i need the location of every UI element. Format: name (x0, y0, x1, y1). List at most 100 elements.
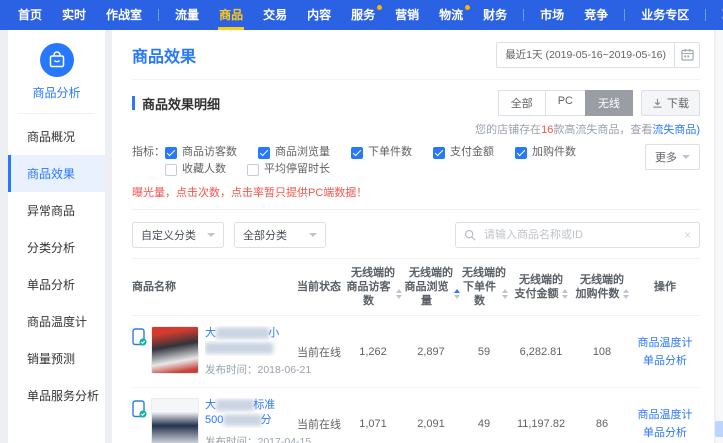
nav-item-label: 竞争 (584, 8, 608, 22)
sidebar-header: 商品分析 (8, 30, 105, 101)
column-header-line1: 无线端的 (460, 266, 508, 280)
section-title-bar (132, 96, 135, 110)
scrollbar-gutter[interactable] (716, 30, 723, 443)
product-name-line: ▇▇▇▇▇▇▇▇▇ (205, 341, 294, 356)
indicator-checkbox[interactable]: 商品访客数 (165, 144, 237, 161)
nav-item-label: 财务 (483, 8, 507, 22)
column-header-orders[interactable]: 无线端的下单件数 (460, 266, 508, 308)
indicator-checkbox[interactable]: 下单件数 (351, 144, 412, 161)
nav-item-label: 物流 (439, 8, 463, 22)
all-category-dropdown[interactable]: 全部分类 (234, 222, 326, 248)
nav-item[interactable]: 财务 (473, 0, 517, 30)
nav-item-label: 作战室 (106, 8, 142, 22)
indicator-checkbox[interactable]: 平均停留时长 (247, 161, 330, 178)
indicator-label: 商品访客数 (182, 144, 237, 161)
sort-caret-icon[interactable] (562, 289, 568, 299)
table-row: 大▇▇▇▇▇▇▇小▇▇▇▇▇▇▇▇▇发布时间：2018-06-21当前在线1,2… (132, 316, 700, 388)
product-name-text: 大 (205, 399, 216, 411)
nav-item[interactable]: 流量 (165, 0, 209, 30)
product-name-link[interactable]: 大▇▇▇▇▇▇▇小▇▇▇▇▇▇▇▇▇ (205, 326, 294, 356)
view-filter-button[interactable]: PC (545, 90, 586, 116)
more-label: 更多 (655, 149, 677, 165)
notification-dot-icon (377, 5, 382, 10)
nav-item[interactable]: 竞争 (574, 0, 618, 30)
sidebar-item[interactable]: 商品概况 (8, 118, 105, 155)
column-header-carts[interactable]: 无线端的加购件数 (574, 273, 630, 301)
product-thumbnail[interactable] (151, 326, 199, 374)
sidebar-item[interactable]: 单品服务分析 (8, 377, 105, 414)
nav-item[interactable]: 服务 (341, 0, 385, 30)
nav-item[interactable]: 商品 (209, 0, 253, 30)
sidebar-divider (18, 113, 95, 114)
action-link[interactable]: 商品温度计 (630, 406, 700, 424)
indicator-checkbox[interactable]: 加购件数 (515, 144, 576, 161)
product-name-link[interactable]: 大▇▇▇▇▇标准500▇▇▇▇▇分 (205, 398, 294, 428)
product-cell: 大▇▇▇▇▇▇▇小▇▇▇▇▇▇▇▇▇发布时间：2018-06-21 (132, 326, 294, 377)
nav-item[interactable]: 市场 (530, 0, 574, 30)
nav-item[interactable]: 取数 (712, 0, 723, 30)
nav-item[interactable]: 内容 (297, 0, 341, 30)
calendar-icon[interactable] (674, 43, 699, 67)
sidebar-item[interactable]: 商品效果 (8, 155, 105, 192)
clear-search-icon[interactable]: × (684, 229, 691, 241)
column-header-views[interactable]: 无线端的商品浏览量 (402, 266, 460, 308)
loss-notice: 您的店铺存在16款高流失商品，查看流失商品) (132, 123, 700, 137)
nav-item[interactable]: 首页 (8, 0, 52, 30)
date-range-picker[interactable]: 最近1天 (2019-05-16~2019-05-16) (496, 42, 700, 68)
download-label: 下载 (667, 95, 689, 111)
product-thumbnail[interactable] (151, 398, 199, 443)
nav-item[interactable]: 营销 (385, 0, 429, 30)
column-header-visitors[interactable]: 无线端的商品访客数 (344, 266, 402, 308)
checkbox-icon (515, 147, 527, 159)
nav-item[interactable]: 作战室 (96, 0, 152, 30)
metric-carts: 108 (574, 346, 630, 358)
section-row: 商品效果明细 全部PC无线 下载 (132, 90, 700, 116)
action-link[interactable]: 单品分析 (630, 352, 700, 370)
action-link[interactable]: 单品分析 (630, 424, 700, 442)
indicator-label: 加购件数 (532, 144, 576, 161)
checkbox-icon (165, 164, 177, 176)
custom-category-dropdown[interactable]: 自定义分类 (132, 222, 224, 248)
product-name-text: ▇▇▇▇▇▇▇ (216, 327, 268, 339)
nav-item-label: 营销 (395, 8, 419, 22)
column-header-text: 商品访客数 (344, 280, 393, 308)
table-row: 大▇▇▇▇▇标准500▇▇▇▇▇分发布时间：2017-04-15当前在线1,07… (132, 388, 700, 443)
column-header-name: 商品名称 (132, 280, 294, 294)
column-header-text: 加购件数 (576, 287, 620, 301)
all-category-label: 全部分类 (243, 227, 287, 243)
column-header-payment[interactable]: 无线端的支付金额 (508, 273, 574, 301)
sidebar-item[interactable]: 商品温度计 (8, 303, 105, 340)
sort-caret-icon[interactable] (623, 289, 629, 299)
metric-payment: 11,197.82 (508, 418, 574, 430)
nav-item[interactable]: 实时 (52, 0, 96, 30)
sidebar-item[interactable]: 销量预测 (8, 340, 105, 377)
nav-item[interactable]: 业务专区 (631, 0, 699, 30)
notice-text: 16 (541, 124, 553, 136)
indicator-checkbox[interactable]: 支付金额 (433, 144, 494, 161)
metric-visitors: 1,071 (344, 418, 402, 430)
column-header-line1: 无线端的 (574, 273, 630, 287)
back-to-top-button[interactable] (715, 421, 723, 437)
search-input[interactable] (482, 228, 684, 242)
sidebar-item[interactable]: 异常商品 (8, 192, 105, 229)
nav-item[interactable]: 物流 (429, 0, 473, 30)
nav-item[interactable]: 交易 (253, 0, 297, 30)
product-name-text: ▇▇▇▇▇▇▇▇▇ (205, 342, 272, 354)
main-content: 商品效果 最近1天 (2019-05-16~2019-05-16) (112, 30, 714, 443)
column-header-text: 下单件数 (460, 280, 499, 308)
mobile-verified-icon (132, 328, 147, 350)
view-filter-button[interactable]: 全部 (498, 90, 546, 116)
view-filter-button[interactable]: 无线 (585, 90, 633, 116)
loss-products-link[interactable]: 流失商品) (652, 124, 700, 136)
action-cell: 商品温度计单品分析 (630, 334, 700, 370)
sidebar-item[interactable]: 单品分析 (8, 266, 105, 303)
indicator-checkbox[interactable]: 商品浏览量 (258, 144, 330, 161)
product-name-text: 大 (205, 327, 216, 339)
notice-text: 您的店铺存在 (475, 124, 541, 136)
sidebar-item[interactable]: 分类分析 (8, 229, 105, 266)
download-button[interactable]: 下载 (641, 90, 700, 116)
more-indicators-button[interactable]: 更多 (645, 144, 700, 170)
action-link[interactable]: 商品温度计 (630, 334, 700, 352)
checkbox-icon (258, 147, 270, 159)
indicator-checkbox[interactable]: 收藏人数 (165, 161, 226, 178)
